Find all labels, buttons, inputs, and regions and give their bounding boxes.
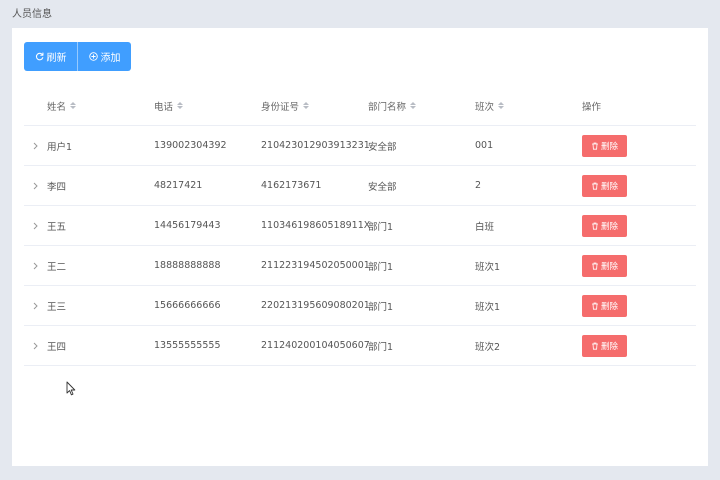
table-body: 用户1 139002304392 210423012903913231 安全部 … [24,126,696,366]
header-name[interactable]: 姓名 [47,99,154,113]
cell-id-card: 210423012903913231 [261,140,370,151]
page-title: 人员信息 [12,9,52,20]
cell-shift: 白班 [475,221,495,233]
delete-button-label: 删除 [600,301,618,312]
cell-name: 李四 [47,181,67,193]
header-actions: 操作 [582,99,696,113]
chevron-right-icon[interactable] [32,142,39,150]
cell-id-card: 211240200104050607 [261,340,370,351]
toolbar-button-group: 刷新 添加 [24,42,131,71]
add-button-label: 添加 [100,53,121,64]
delete-button[interactable]: 删除 [582,174,627,197]
table-row: 王二 18888888888 211223194502050001 部门1 班次… [24,246,696,286]
chevron-right-icon[interactable] [32,342,39,350]
cell-shift: 001 [475,140,494,151]
trash-icon [591,142,599,150]
cell-name: 王二 [47,261,67,273]
cell-name: 王五 [47,221,67,233]
delete-button-label: 删除 [600,141,618,152]
table-row: 李四 48217421 4162173671 安全部 2 删除 [24,166,696,206]
delete-button-label: 删除 [600,261,618,272]
header-phone[interactable]: 电话 [154,99,261,113]
personnel-table: 姓名 电话 身份证号 部门名称 班次 操作 用户1 139002304392 2… [24,86,696,366]
delete-button-label: 删除 [600,221,618,232]
cell-shift: 班次1 [475,261,501,273]
chevron-right-icon[interactable] [32,262,39,270]
cell-phone: 18888888888 [154,260,221,271]
cell-shift: 班次1 [475,301,501,313]
header-department[interactable]: 部门名称 [368,99,475,113]
cell-name: 用户1 [47,141,73,153]
header-shift[interactable]: 班次 [475,99,582,113]
sort-icon[interactable] [70,102,77,109]
cell-phone: 139002304392 [154,140,227,151]
cell-department: 部门1 [368,261,394,273]
cell-name: 王三 [47,301,67,313]
header-name-label: 姓名 [47,101,67,113]
cell-shift: 2 [475,180,482,191]
delete-button[interactable]: 删除 [582,134,627,157]
header-shift-label: 班次 [475,101,495,113]
refresh-button-label: 刷新 [46,53,67,64]
header-actions-label: 操作 [582,101,602,113]
sort-icon[interactable] [303,102,310,109]
delete-button[interactable]: 删除 [582,294,627,317]
cell-department: 部门1 [368,341,394,353]
table-header: 姓名 电话 身份证号 部门名称 班次 操作 [24,86,696,126]
trash-icon [591,302,599,310]
delete-button[interactable]: 删除 [582,254,627,277]
cell-shift: 班次2 [475,341,501,353]
cell-id-card: 220213195609080201 [261,300,370,311]
sort-icon[interactable] [498,102,505,109]
header-phone-label: 电话 [154,101,174,113]
cell-id-card: 211223194502050001 [261,260,370,271]
cell-phone: 13555555555 [154,340,221,351]
sort-icon[interactable] [177,102,184,109]
trash-icon [591,182,599,190]
cell-department: 安全部 [368,181,397,193]
trash-icon [591,222,599,230]
header-department-label: 部门名称 [368,101,407,113]
table-row: 王四 13555555555 211240200104050607 部门1 班次… [24,326,696,366]
chevron-right-icon[interactable] [32,302,39,310]
cell-phone: 48217421 [154,180,203,191]
cell-name: 王四 [47,341,67,353]
cell-phone: 14456179443 [154,220,221,231]
trash-icon [591,262,599,270]
table-row: 王三 15666666666 220213195609080201 部门1 班次… [24,286,696,326]
header-id-card[interactable]: 身份证号 [261,99,368,113]
table-row: 用户1 139002304392 210423012903913231 安全部 … [24,126,696,166]
chevron-right-icon[interactable] [32,222,39,230]
delete-button-label: 删除 [600,181,618,192]
cell-phone: 15666666666 [154,300,221,311]
header-id-card-label: 身份证号 [261,101,300,113]
table-row: 王五 14456179443 11034619860518911X 部门1 白班… [24,206,696,246]
chevron-right-icon[interactable] [32,182,39,190]
trash-icon [591,342,599,350]
delete-button-label: 删除 [600,341,618,352]
refresh-icon [35,52,44,61]
delete-button[interactable]: 删除 [582,334,627,357]
cell-department: 部门1 [368,301,394,313]
content-panel: 刷新 添加 姓名 电话 身份证号 部门名称 班次 操作 用户1 13900230… [12,28,708,466]
cell-department: 安全部 [368,141,397,153]
delete-button[interactable]: 删除 [582,214,627,237]
circle-plus-icon [88,52,98,61]
cell-id-card: 11034619860518911X [261,220,371,231]
mouse-cursor-icon [66,381,76,396]
cell-department: 部门1 [368,221,394,233]
cell-id-card: 4162173671 [261,180,322,191]
add-button[interactable]: 添加 [78,42,131,71]
sort-icon[interactable] [410,102,417,109]
refresh-button[interactable]: 刷新 [24,42,78,71]
